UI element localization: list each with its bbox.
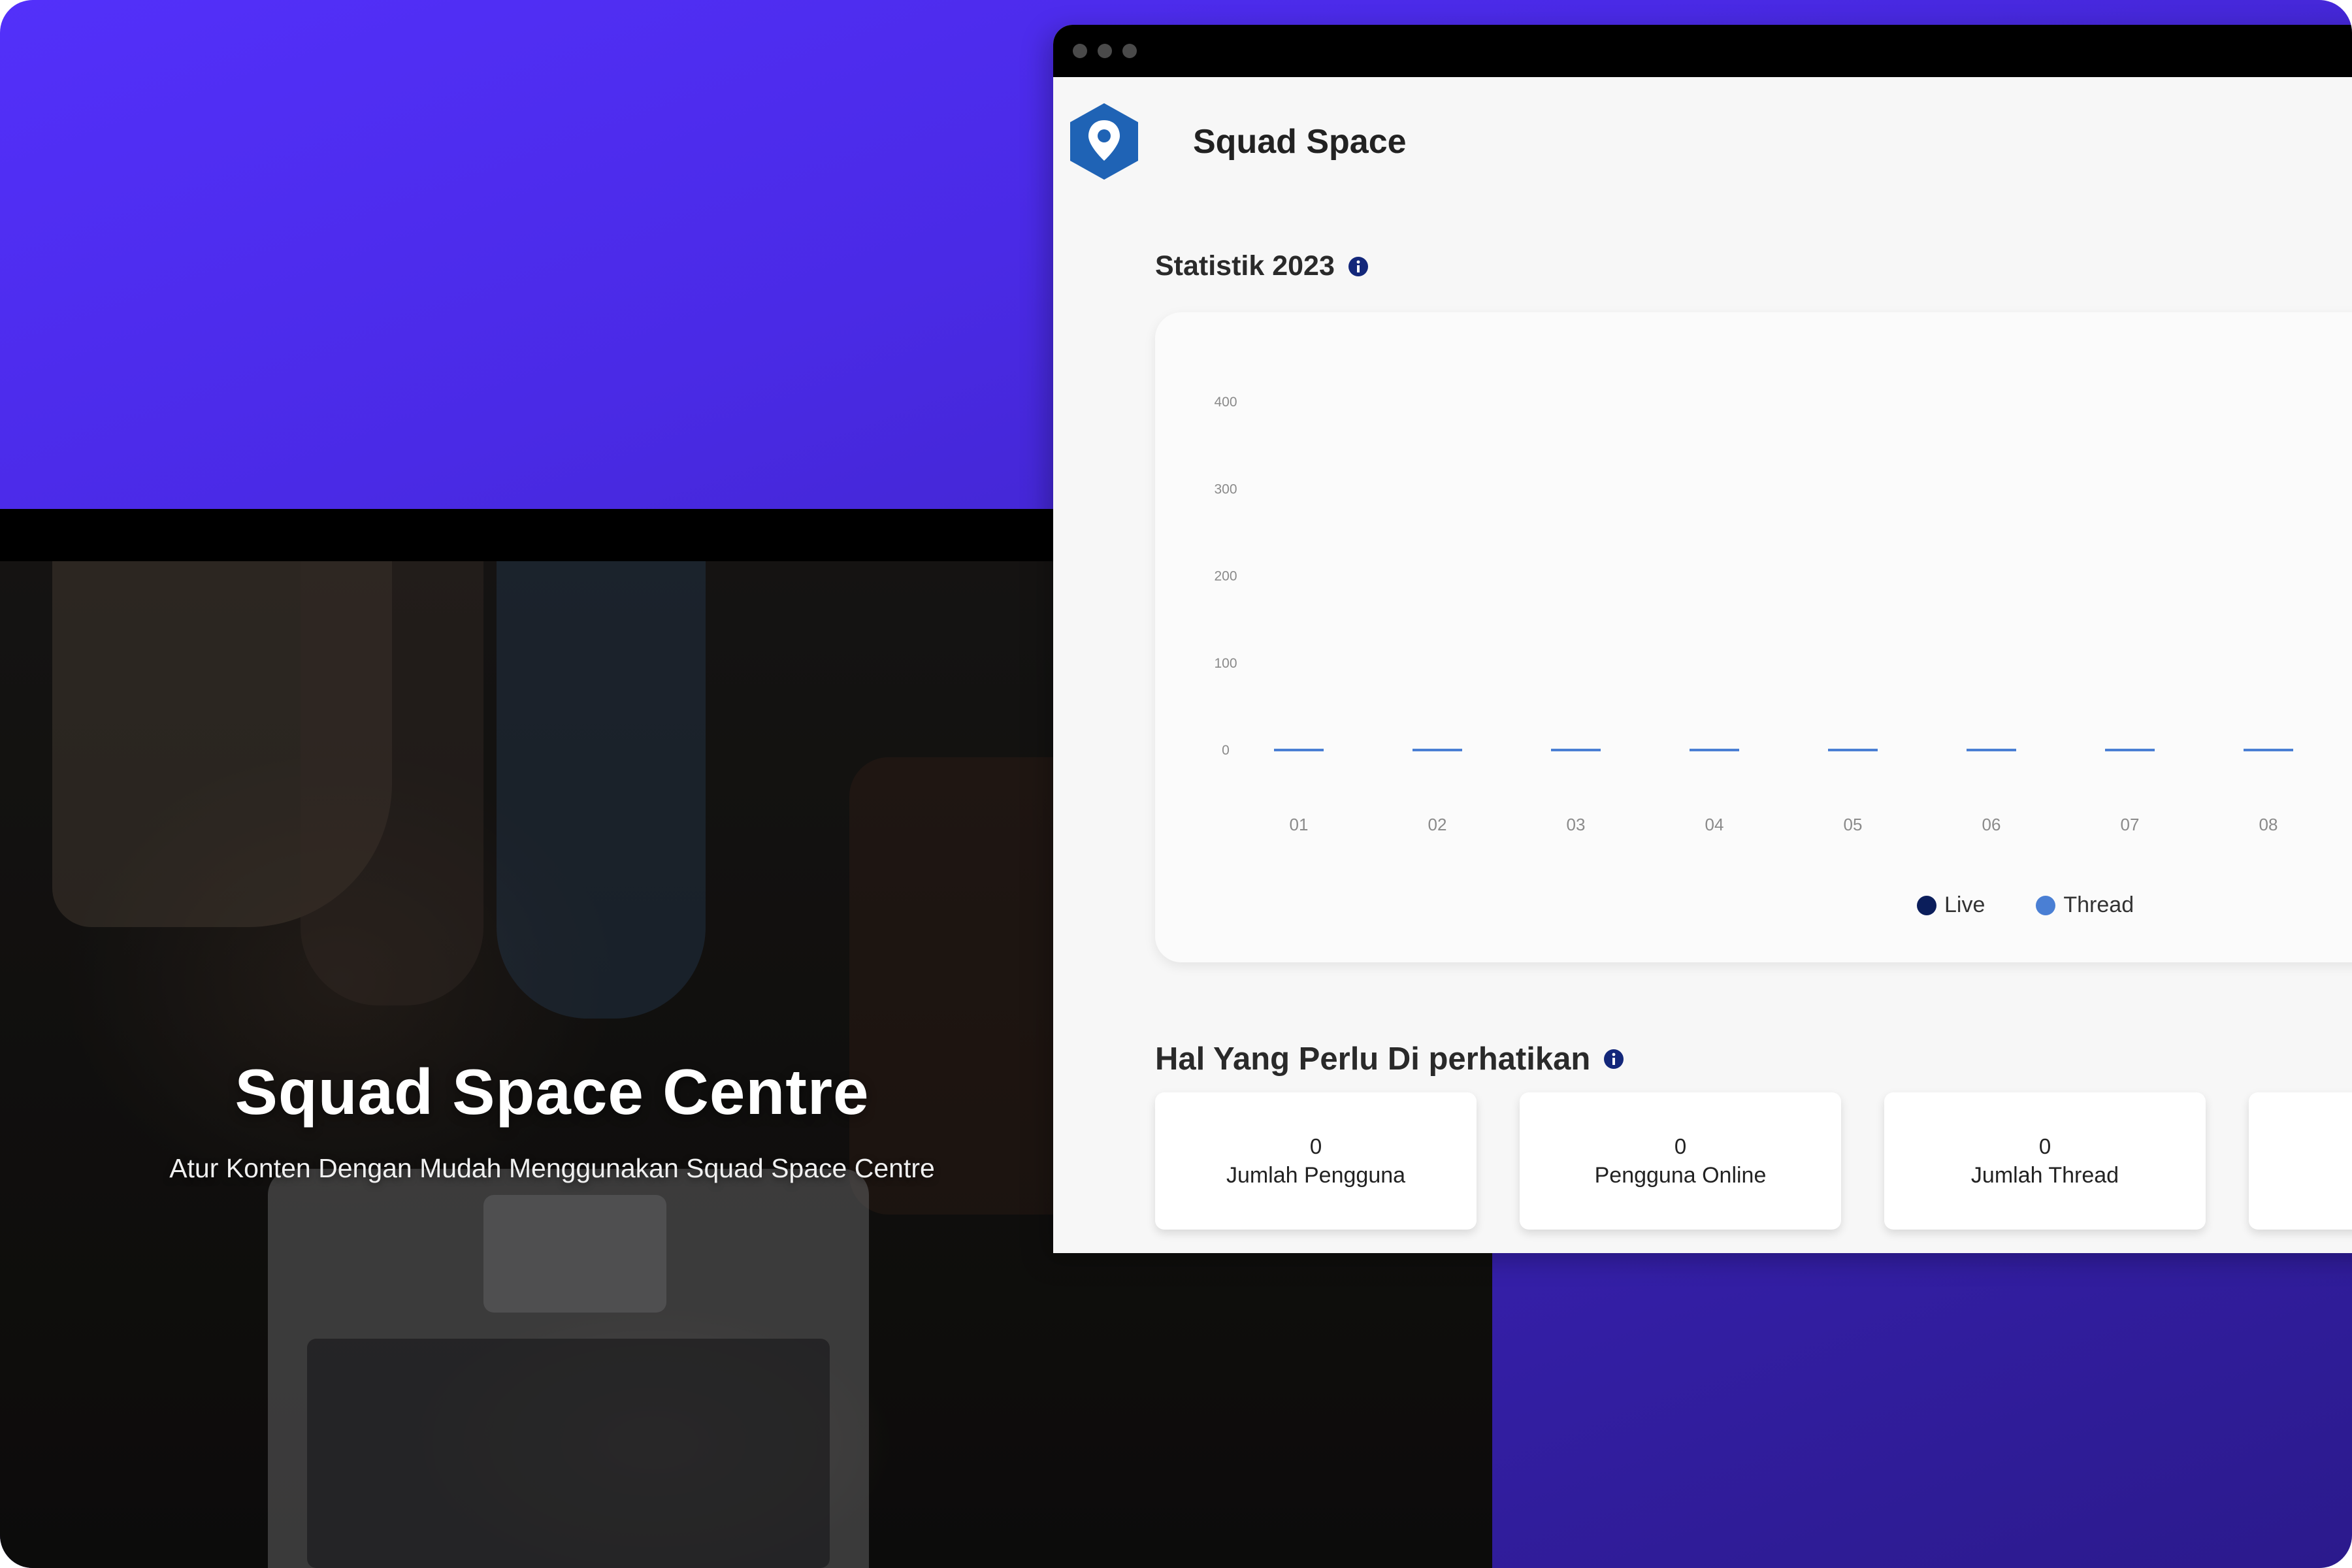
statistics-chart: 0 100 200 300 400 01 02 03 04 05 06 07 08 (1214, 395, 2293, 834)
bar-thread[interactable] (1828, 749, 1878, 751)
legend-item-thread[interactable]: Thread (2036, 892, 2134, 918)
bar-thread[interactable] (1967, 749, 2016, 751)
summary-card-label: Jumlah Thread (1970, 1162, 2119, 1188)
app-brand[interactable]: Squad Space (1065, 101, 1407, 182)
summary-card-value: 0 (2038, 1134, 2051, 1158)
summary-card[interactable]: 0 Pengguna Online (1520, 1092, 1841, 1230)
summary-card-value: 0 (1674, 1134, 1687, 1158)
notice-title: Hal Yang Perlu Di perhatikan (1155, 1041, 1591, 1077)
y-tick-label: 300 (1214, 482, 1237, 497)
legend-label: Live (1944, 892, 1985, 917)
window-close-dot[interactable] (1073, 44, 1087, 58)
x-tick-label: 03 (1567, 815, 1586, 834)
hero-subtitle: Atur Konten Dengan Mudah Menggunakan Squ… (169, 1153, 935, 1183)
x-tick-label: 04 (1705, 815, 1724, 834)
bar-thread[interactable] (2105, 749, 2155, 751)
y-tick-label: 200 (1214, 569, 1237, 584)
legend-item-live[interactable]: Live (1917, 892, 1985, 918)
summary-card-label: Jumlah Pengguna (1226, 1162, 1406, 1188)
x-tick-label: 05 (1844, 815, 1863, 834)
y-tick-label: 400 (1214, 395, 1237, 410)
bar-thread[interactable] (1551, 749, 1601, 751)
x-tick-label: 01 (1290, 815, 1309, 834)
legend-swatch (2036, 895, 2056, 915)
y-tick-label: 100 (1214, 656, 1237, 671)
summary-card[interactable]: 0 Jumlah Thread (1884, 1092, 2206, 1230)
legend-label: Thread (2063, 892, 2134, 917)
statistics-heading: Statistik 2023 (1155, 250, 1369, 282)
y-tick-label: 0 (1222, 743, 1230, 758)
summary-card[interactable]: Threa (2249, 1092, 2352, 1230)
x-tick-label: 07 (2121, 815, 2140, 834)
bar-thread[interactable] (1690, 749, 1739, 751)
notice-heading: Hal Yang Perlu Di perhatikan (1155, 1041, 1624, 1077)
window-zoom-dot[interactable] (1122, 44, 1137, 58)
window-minimize-dot[interactable] (1098, 44, 1112, 58)
chart-legend: Live Thread (1917, 892, 2185, 918)
app-name: Squad Space (1193, 122, 1407, 161)
bar-thread[interactable] (2244, 749, 2293, 751)
statistics-title: Statistik 2023 (1155, 250, 1335, 282)
legend-swatch (1917, 895, 1936, 915)
window-titlebar (1053, 25, 2352, 77)
x-tick-label: 06 (1982, 815, 2001, 834)
summary-card-value: 0 (1309, 1134, 1322, 1158)
x-tick-label: 02 (1428, 815, 1447, 834)
info-icon[interactable] (1603, 1049, 1624, 1070)
hexagon-location-pin-icon (1070, 103, 1138, 180)
bar-thread[interactable] (1413, 749, 1462, 751)
x-tick-label: 08 (2259, 815, 2278, 834)
bar-thread[interactable] (1274, 749, 1324, 751)
hero-top-bar (0, 509, 1053, 561)
statistics-chart-card: 0 100 200 300 400 01 02 03 04 05 06 07 08 Live Thread (1155, 312, 2352, 962)
background-frame: Squad Space Centre Atur Konten Dengan Mu… (0, 0, 2352, 1568)
info-icon[interactable] (1348, 256, 1369, 277)
summary-card[interactable]: 0 Jumlah Pengguna (1155, 1092, 1477, 1230)
summary-card-label: Pengguna Online (1594, 1162, 1767, 1188)
hero-title: Squad Space Centre (235, 1056, 870, 1128)
summary-cards: 0 Jumlah Pengguna 0 Pengguna Online 0 Jumlah … (1155, 1092, 2352, 1230)
app-window: Squad Space Statistik 2023 0 100 200 300 400… (1053, 25, 2352, 1253)
